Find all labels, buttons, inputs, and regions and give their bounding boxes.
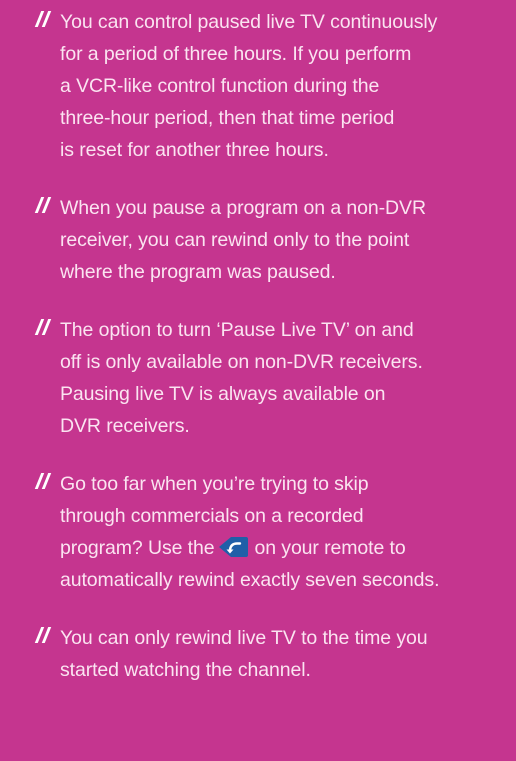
double-slash-marker-icon	[34, 469, 56, 493]
tip-line: The option to turn ‘Pause Live TV’ on an…	[60, 319, 414, 341]
tip-item: Go too far when you’re trying to skip th…	[34, 468, 516, 596]
double-slash-marker-icon	[34, 7, 56, 31]
tip-line: three-hour period, then that time period	[60, 107, 395, 129]
tip-item: The option to turn ‘Pause Live TV’ on an…	[34, 314, 516, 442]
tip-item: You can control paused live TV continuou…	[34, 6, 516, 166]
tip-line: You can control paused live TV continuou…	[60, 11, 438, 33]
double-slash-marker-icon	[34, 315, 56, 339]
tip-text: You can only rewind live TV to the time …	[60, 622, 516, 686]
tip-line: DVR receivers.	[60, 415, 190, 437]
tip-line: started watching the channel.	[60, 659, 311, 681]
double-slash-marker-icon	[34, 193, 56, 217]
tip-line: is reset for another three hours.	[60, 139, 329, 161]
tip-text: The option to turn ‘Pause Live TV’ on an…	[60, 314, 516, 442]
tip-line: off is only available on non-DVR receive…	[60, 351, 423, 373]
tip-line: a VCR-like control function during the	[60, 75, 380, 97]
tip-item: When you pause a program on a non-DVR re…	[34, 192, 516, 288]
tip-line: receiver, you can rewind only to the poi…	[60, 229, 410, 251]
tip-text: Go too far when you’re trying to skip th…	[60, 468, 516, 596]
tip-item: You can only rewind live TV to the time …	[34, 622, 516, 686]
tip-line: Pausing live TV is always available on	[60, 383, 386, 405]
tip-line-after-icon: on your remote to	[254, 537, 406, 559]
tip-line-with-icon: program? Use the on your remote to	[60, 532, 516, 564]
tip-text: You can control paused live TV continuou…	[60, 6, 516, 166]
tip-line: through commercials on a recorded	[60, 505, 364, 527]
skip-back-button-icon	[219, 537, 249, 557]
tip-line: where the program was paused.	[60, 261, 336, 283]
tips-page: You can control paused live TV continuou…	[0, 0, 516, 761]
tip-line: You can only rewind live TV to the time …	[60, 627, 428, 649]
tip-line: automatically rewind exactly seven secon…	[60, 569, 440, 591]
tip-line: When you pause a program on a non-DVR	[60, 197, 426, 219]
tip-line: Go too far when you’re trying to skip	[60, 473, 369, 495]
double-slash-marker-icon	[34, 623, 56, 647]
tip-line: for a period of three hours. If you perf…	[60, 43, 412, 65]
tip-text: When you pause a program on a non-DVR re…	[60, 192, 516, 288]
tip-line-before-icon: program? Use the	[60, 537, 215, 559]
